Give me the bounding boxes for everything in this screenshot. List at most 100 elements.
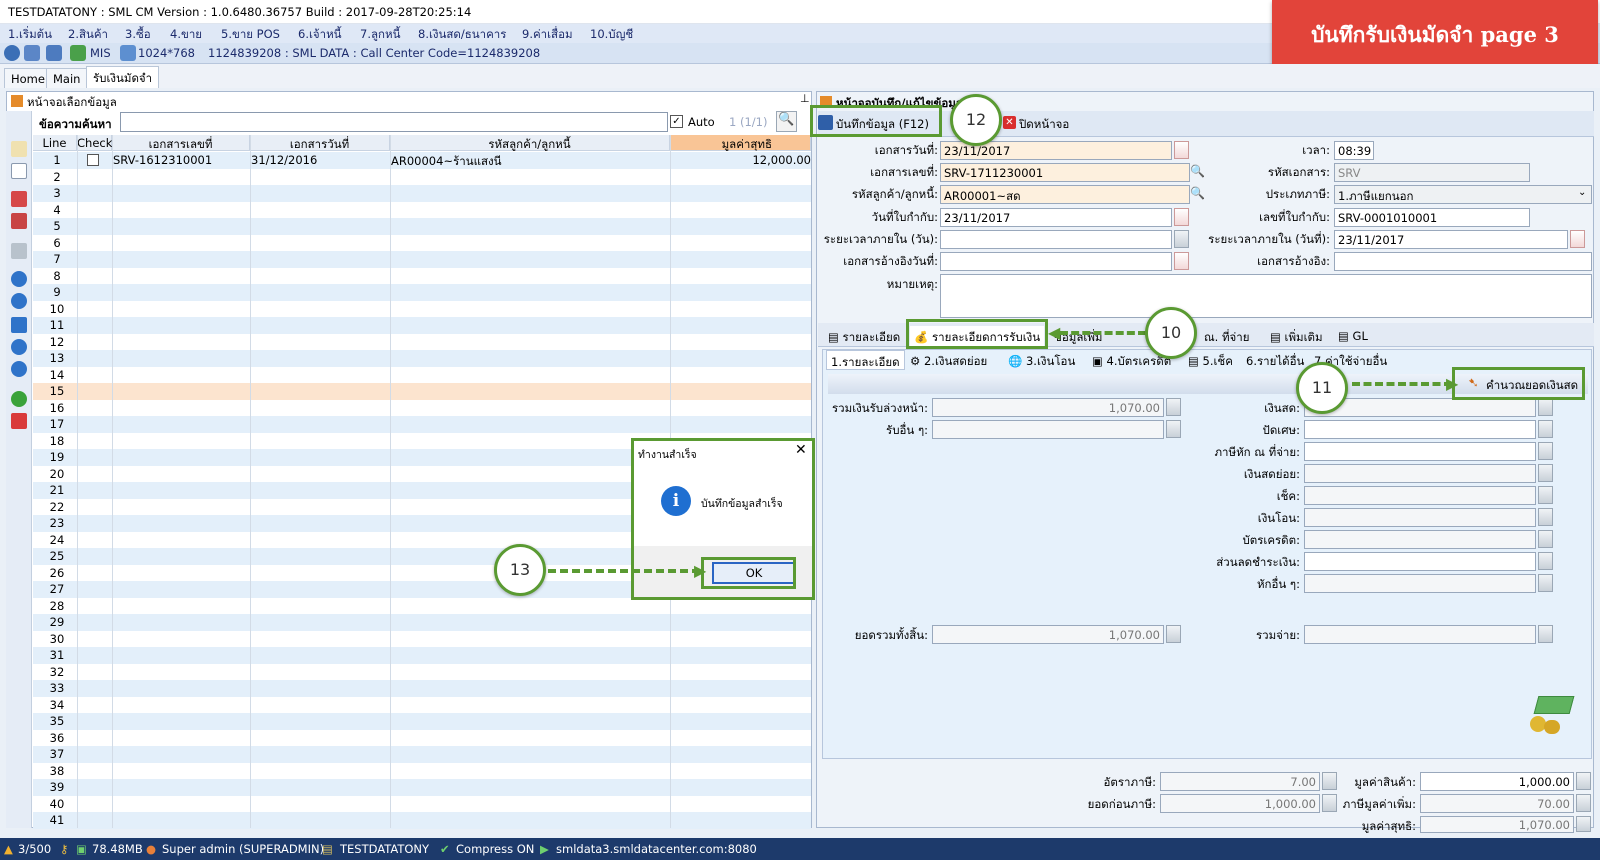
menu-item-debtors[interactable]: 7.ลูกหนี้: [360, 26, 400, 44]
table-row[interactable]: 5: [33, 218, 811, 235]
ref-doc-field[interactable]: [1334, 252, 1592, 271]
calculator-icon[interactable]: [1576, 816, 1591, 832]
chevron-down-icon[interactable]: [4, 45, 20, 61]
transfer-field[interactable]: [1304, 508, 1536, 527]
customer-lookup-icon[interactable]: 🔍: [1190, 186, 1206, 202]
chart-icon[interactable]: [70, 45, 86, 61]
tax-inv-no-field[interactable]: SRV-0001010001: [1334, 208, 1530, 227]
col-net[interactable]: มูลค่าสุทธิ: [670, 135, 811, 151]
calculator-icon[interactable]: [1538, 464, 1553, 482]
tax-inv-date-field[interactable]: 23/11/2017: [940, 208, 1172, 227]
cheque-field[interactable]: [1304, 486, 1536, 505]
close-icon[interactable]: [11, 413, 27, 429]
total-pay-field[interactable]: [1304, 625, 1536, 644]
panel-icon[interactable]: [24, 45, 40, 61]
calculator-icon[interactable]: [1538, 530, 1553, 548]
table-row[interactable]: 38: [33, 762, 811, 779]
chevron-down-icon[interactable]: ⌄: [1578, 187, 1586, 198]
note-field[interactable]: [940, 274, 1592, 318]
menu-item-accounting[interactable]: 10.บัญชี: [590, 26, 633, 44]
tab-main[interactable]: Main: [46, 68, 88, 88]
advance-field[interactable]: 1,070.00: [932, 398, 1164, 417]
row-checkbox[interactable]: [87, 154, 99, 166]
lookup-icon[interactable]: 🔍: [1190, 164, 1206, 180]
calculator-icon[interactable]: [1538, 574, 1553, 592]
vat-field[interactable]: 70.00: [1420, 794, 1574, 813]
table-row[interactable]: 35: [33, 713, 811, 730]
arrow-down-icon[interactable]: [11, 361, 27, 377]
table-row[interactable]: 31: [33, 647, 811, 664]
col-doc-no[interactable]: เอกสารเลขที่: [112, 135, 250, 151]
menu-item-cash-bank[interactable]: 8.เงินสด/ธนาคาร: [418, 26, 506, 44]
table-row[interactable]: 3: [33, 185, 811, 202]
table-row[interactable]: 9: [33, 284, 811, 301]
menu-item-creditors[interactable]: 6.เจ้าหนี้: [298, 26, 342, 44]
customer-field[interactable]: AR00001~สด: [940, 185, 1190, 204]
pin-icon[interactable]: ⊥: [800, 92, 810, 105]
calculator-icon[interactable]: [1538, 420, 1553, 438]
col-line[interactable]: Line: [33, 135, 77, 151]
calendar-icon[interactable]: [1570, 230, 1585, 248]
before-tax-field[interactable]: 1,000.00: [1160, 794, 1320, 813]
petty-field[interactable]: [1304, 464, 1536, 483]
table-row[interactable]: 34: [33, 696, 811, 713]
period-days-field[interactable]: [940, 230, 1172, 249]
tax-rate-field[interactable]: 7.00: [1160, 772, 1320, 791]
auto-checkbox[interactable]: ✓: [670, 115, 683, 128]
table-row[interactable]: 16: [33, 399, 811, 416]
search-input[interactable]: [120, 112, 668, 132]
checklist-icon[interactable]: [11, 191, 27, 207]
round-field[interactable]: [1304, 420, 1536, 439]
arrow-left-icon[interactable]: [11, 271, 27, 287]
pay-tab-other-income[interactable]: 6.รายได้อื่น: [1242, 350, 1308, 370]
arrow-up-icon[interactable]: [11, 339, 27, 355]
pay-tab-transfer[interactable]: 🌐 3.เงินโอน: [1004, 350, 1079, 370]
calendar-icon[interactable]: [1174, 208, 1189, 226]
table-row[interactable]: 13: [33, 350, 811, 367]
mis-label[interactable]: MIS: [90, 46, 111, 60]
calculator-icon[interactable]: [1538, 486, 1553, 504]
other-recv-field[interactable]: [932, 420, 1164, 439]
table-row[interactable]: 7: [33, 251, 811, 268]
doc-code-field[interactable]: SRV: [1334, 163, 1530, 182]
table-row[interactable]: 32: [33, 663, 811, 680]
tab-wht[interactable]: ณ. ที่จ่าย: [1200, 326, 1254, 346]
calculator-icon[interactable]: [1576, 794, 1591, 812]
table-row[interactable]: 15: [33, 383, 811, 400]
table-row[interactable]: 36: [33, 729, 811, 746]
pay-tab-detail[interactable]: 1.รายละเอียด: [826, 350, 905, 370]
credit-field[interactable]: [1304, 530, 1536, 549]
blank-doc-icon[interactable]: [11, 163, 27, 179]
calculator-icon[interactable]: [1166, 398, 1181, 416]
table-row[interactable]: 37: [33, 746, 811, 763]
time-field[interactable]: 08:39: [1334, 141, 1374, 160]
help-icon[interactable]: [11, 391, 27, 407]
fast-forward-icon[interactable]: [11, 317, 27, 333]
table-row[interactable]: 17: [33, 416, 811, 433]
table-row[interactable]: 29: [33, 614, 811, 631]
table-row[interactable]: 14: [33, 366, 811, 383]
period-date-field[interactable]: 23/11/2017: [1334, 230, 1568, 249]
calculator-icon[interactable]: [1576, 772, 1591, 790]
table-row[interactable]: 10: [33, 300, 811, 317]
tax-type-select[interactable]: 1.ภาษีแยกนอก: [1334, 185, 1592, 204]
menu-item-purchase[interactable]: 3.ซื้อ: [125, 26, 151, 44]
table-row[interactable]: 33: [33, 680, 811, 697]
tab-detail[interactable]: ▤ รายละเอียด: [824, 326, 904, 346]
calendar-icon[interactable]: [1174, 141, 1189, 159]
screen-icon[interactable]: [120, 45, 136, 61]
close-icon[interactable]: ✕: [795, 442, 807, 458]
table-row[interactable]: 30: [33, 630, 811, 647]
tab-more[interactable]: ▤ เพิ่มเติม: [1266, 326, 1327, 346]
calculator-icon[interactable]: [1174, 230, 1189, 248]
grand-total-field[interactable]: 1,070.00: [932, 625, 1164, 644]
calculator-icon[interactable]: [1538, 625, 1553, 643]
discount-field[interactable]: [1304, 552, 1536, 571]
ref-date-field[interactable]: [940, 252, 1172, 271]
table-row[interactable]: 1 SRV-1612310001 31/12/2016 AR00004~ร้านแสง…: [33, 152, 811, 169]
arrow-right-icon[interactable]: [11, 293, 27, 309]
tab-gl[interactable]: ▤ GL: [1334, 326, 1372, 346]
calculator-icon[interactable]: [1538, 508, 1553, 526]
close-form-button[interactable]: ปิดหน้าจอ: [1019, 116, 1069, 134]
calculator-icon[interactable]: [1538, 398, 1553, 416]
